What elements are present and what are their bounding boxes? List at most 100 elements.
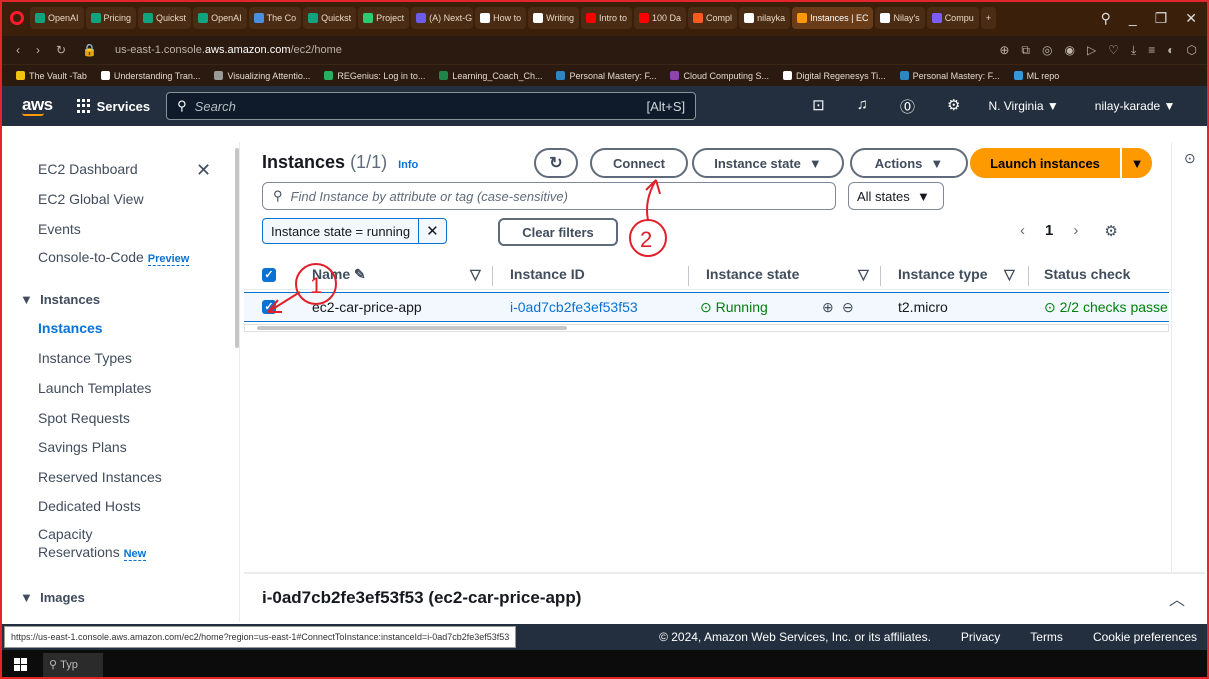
- restore-icon[interactable]: ❐: [1155, 10, 1168, 27]
- browser-tab[interactable]: (A) Next-G: [411, 7, 474, 29]
- bookmark-item[interactable]: Personal Mastery: F...: [556, 71, 656, 81]
- browser-tab[interactable]: Project: [358, 7, 410, 29]
- browser-tab[interactable]: OpenAI: [30, 7, 84, 29]
- bookmark-item[interactable]: Understanding Tran...: [100, 71, 200, 81]
- browser-tab[interactable]: Intro to: [581, 7, 633, 29]
- instance-state-dropdown[interactable]: Instance state ▼: [692, 148, 844, 178]
- taskbar-search[interactable]: ⚲ Typ: [43, 652, 103, 677]
- download-icon[interactable]: ⤓: [1131, 43, 1136, 58]
- browser-tab[interactable]: Writing: [528, 7, 579, 29]
- states-select[interactable]: All states ▼: [848, 182, 944, 210]
- back-icon[interactable]: ‹: [16, 43, 20, 57]
- windows-start-icon[interactable]: [14, 658, 27, 671]
- browser-tab[interactable]: Quickst: [303, 7, 357, 29]
- terms-link[interactable]: Terms: [1030, 630, 1063, 644]
- browser-tab[interactable]: OpenAI: [193, 7, 247, 29]
- sidebar-section-images[interactable]: ▼ Images: [20, 590, 85, 605]
- sidebar-item-capacity-reservations[interactable]: Capacity Reservations New: [38, 526, 147, 561]
- zoom-out-icon[interactable]: ⊖: [842, 299, 854, 316]
- sidebar-item-console-to-code[interactable]: Console-to-Code Preview: [38, 249, 190, 266]
- help-icon[interactable]: ⓪: [900, 96, 915, 117]
- actions-dropdown[interactable]: Actions ▼: [850, 148, 968, 178]
- info-link[interactable]: Info: [398, 159, 418, 171]
- url-field[interactable]: us-east-1.console.aws.amazon.com/ec2/hom…: [115, 44, 342, 56]
- minimize-icon[interactable]: _: [1129, 10, 1137, 27]
- remove-filter-icon[interactable]: ✕: [419, 222, 446, 240]
- launch-instances-button[interactable]: Launch instances: [970, 148, 1120, 178]
- refresh-button[interactable]: ↻: [534, 148, 578, 178]
- column-header-instance-type[interactable]: Instance type: [898, 266, 987, 282]
- cloudshell-icon[interactable]: ⊡: [812, 96, 825, 117]
- browser-tab[interactable]: nilayka: [739, 7, 791, 29]
- sidebar-section-instances[interactable]: ▼ Instances: [20, 292, 100, 307]
- sidebar-item-ec2-dashboard[interactable]: EC2 Dashboard: [38, 161, 138, 177]
- zoom-icon[interactable]: ⊕: [999, 43, 1009, 58]
- bookmark-item[interactable]: Learning_Coach_Ch...: [439, 71, 542, 81]
- aws-logo[interactable]: aws: [22, 96, 53, 116]
- sidebar-item-launch-templates[interactable]: Launch Templates: [38, 380, 151, 396]
- chevron-up-icon[interactable]: ︿: [1169, 586, 1185, 610]
- region-selector[interactable]: N. Virginia ▼: [988, 99, 1058, 113]
- column-header-name[interactable]: Name ✎: [312, 266, 366, 283]
- bookmark-item[interactable]: Personal Mastery: F...: [899, 71, 1000, 81]
- share-icon[interactable]: ⧉: [1021, 43, 1030, 58]
- table-row[interactable]: ✓ ec2-car-price-app i-0ad7cb2fe3ef53f53 …: [244, 292, 1169, 322]
- column-header-status-check[interactable]: Status check: [1044, 266, 1130, 282]
- column-header-instance-state[interactable]: Instance state: [706, 266, 799, 282]
- browser-tab[interactable]: Compl: [688, 7, 738, 29]
- extensions-icon[interactable]: ⬡: [1187, 43, 1197, 58]
- sidebar-item-reserved-instances[interactable]: Reserved Instances: [38, 469, 162, 485]
- launch-dropdown-button[interactable]: ▼: [1122, 148, 1152, 178]
- next-page-icon[interactable]: ›: [1073, 222, 1078, 240]
- connect-button[interactable]: Connect: [590, 148, 688, 178]
- sidebar-item-dedicated-hosts[interactable]: Dedicated Hosts: [38, 498, 141, 514]
- browser-tab[interactable]: 100 Da: [634, 7, 687, 29]
- sidebar-item-instances[interactable]: Instances: [38, 320, 103, 336]
- services-menu[interactable]: Services: [76, 99, 150, 114]
- select-all-checkbox[interactable]: ✓: [262, 268, 276, 282]
- forward-icon[interactable]: ›: [36, 43, 40, 57]
- bookmark-item[interactable]: Digital Regenesys Ti...: [783, 71, 886, 81]
- browser-tab[interactable]: How to: [475, 7, 527, 29]
- clear-filters-button[interactable]: Clear filters: [498, 218, 618, 246]
- feedback-icon[interactable]: ⊙: [1184, 150, 1196, 167]
- sidebar-item-ec2-global-view[interactable]: EC2 Global View: [38, 191, 144, 207]
- bookmark-item[interactable]: Cloud Computing S...: [670, 71, 769, 81]
- opera-logo-icon[interactable]: [10, 11, 24, 25]
- close-icon[interactable]: ✕: [1185, 10, 1197, 27]
- camera-icon[interactable]: ◎: [1042, 43, 1052, 58]
- zoom-in-icon[interactable]: ⊕: [822, 299, 834, 316]
- table-settings-gear-icon[interactable]: ⚙: [1104, 222, 1117, 240]
- sidebar-item-events[interactable]: Events: [38, 221, 81, 237]
- new-tab-button[interactable]: +: [980, 7, 996, 29]
- privacy-link[interactable]: Privacy: [961, 630, 1000, 644]
- heart-icon[interactable]: ♡: [1108, 43, 1119, 58]
- sort-icon[interactable]: ▽: [470, 266, 481, 283]
- cookie-preferences-link[interactable]: Cookie preferences: [1093, 630, 1197, 644]
- sort-icon[interactable]: ▽: [858, 266, 869, 283]
- sidebar-item-instance-types[interactable]: Instance Types: [38, 350, 132, 366]
- instance-filter-input[interactable]: ⚲ Find Instance by attribute or tag (cas…: [262, 182, 836, 210]
- reload-icon[interactable]: ↻: [56, 43, 66, 57]
- browser-tab[interactable]: Compu: [926, 7, 979, 29]
- prev-page-icon[interactable]: ‹: [1020, 222, 1025, 240]
- browser-tab[interactable]: Pricing: [85, 7, 137, 29]
- sidebar-scrollbar[interactable]: [235, 148, 239, 348]
- profile-icon[interactable]: ◐: [1167, 43, 1174, 58]
- play-icon[interactable]: ▷: [1087, 43, 1096, 58]
- browser-tab[interactable]: Quickst: [138, 7, 192, 29]
- bookmark-item[interactable]: The Vault -Tab: [16, 71, 87, 81]
- notifications-bell-icon[interactable]: ♫: [857, 96, 868, 117]
- browser-tab[interactable]: Nilay's: [875, 7, 925, 29]
- settings-gear-icon[interactable]: ⚙: [947, 96, 960, 117]
- bookmark-item[interactable]: Visualizing Attentio...: [214, 71, 310, 81]
- instance-id-link[interactable]: i-0ad7cb2fe3ef53f53: [510, 299, 638, 315]
- page-number[interactable]: 1: [1045, 222, 1053, 240]
- search-input[interactable]: ⚲ Search [Alt+S]: [166, 92, 697, 120]
- edit-pencil-icon[interactable]: ✎: [354, 266, 366, 282]
- menu-icon[interactable]: ≡: [1148, 43, 1155, 58]
- vpn-icon[interactable]: ◉: [1064, 43, 1074, 58]
- search-icon[interactable]: ⚲: [1101, 10, 1111, 27]
- sort-icon[interactable]: ▽: [1004, 266, 1015, 283]
- sidebar-item-savings-plans[interactable]: Savings Plans: [38, 439, 127, 455]
